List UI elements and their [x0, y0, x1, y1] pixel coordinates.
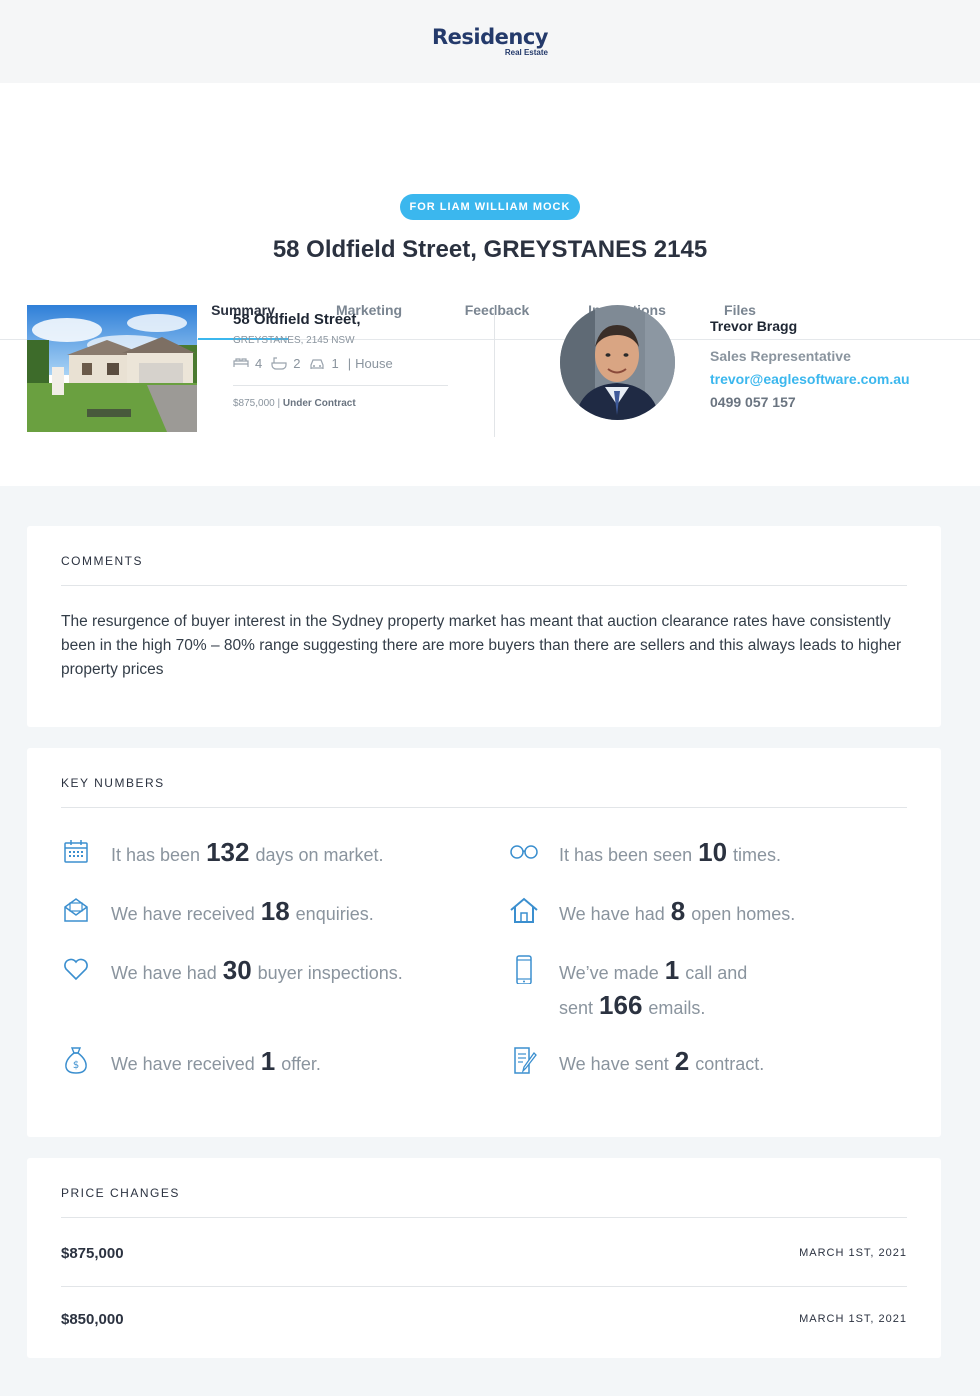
- agent-avatar: [560, 305, 675, 420]
- agent-role: Sales Representative: [710, 348, 851, 364]
- stat-days-pre: It has been: [111, 845, 201, 865]
- stat-offers-post: offer.: [281, 1054, 321, 1074]
- page-title: 58 Oldfield Street, GREYSTANES 2145: [272, 236, 708, 263]
- price-changes-divider: [61, 1217, 907, 1218]
- stat-inspections-post: buyer inspections.: [257, 963, 403, 983]
- property-type: House: [355, 356, 393, 371]
- price-value: $875,000 |: [233, 398, 281, 409]
- price-changes-card: PRICE CHANGES $875,000 MARCH 1ST, 2021 $…: [27, 1158, 941, 1358]
- stat-days-on-market: It has been 132 days on market.: [61, 836, 384, 871]
- stat-inspections-pre: We have had: [111, 963, 217, 983]
- brand-logo[interactable]: Residency Real Estate: [432, 24, 548, 57]
- stat-open-homes-pre: We have had: [559, 904, 665, 924]
- money-bag-icon: $: [65, 1047, 87, 1074]
- stat-enquiries-value: 18: [260, 896, 290, 926]
- comments-title: COMMENTS: [61, 554, 143, 568]
- key-numbers-card: KEY NUMBERS It has been 132 days on market…: [27, 748, 941, 1137]
- stat-seen-value: 10: [698, 837, 728, 867]
- property-suburb: GREYSTANES, 2145 NSW: [233, 335, 355, 346]
- stat-open-homes: We have had 8 open homes.: [509, 895, 795, 930]
- property-status: Under Contract: [282, 398, 356, 409]
- stat-enquiries: We have received 18 enquiries.: [61, 895, 374, 930]
- stat-days-post: days on market.: [255, 845, 384, 865]
- stat-emails-post: emails.: [648, 998, 706, 1018]
- envelope-icon: [64, 898, 88, 922]
- stat-open-homes-value: 8: [670, 896, 686, 926]
- price-row-divider: [61, 1286, 907, 1287]
- stat-enquiries-post: enquiries.: [295, 904, 374, 924]
- stat-calls-value: 1: [664, 955, 680, 985]
- agent-email-link[interactable]: trevor@eaglesoftware.com.au: [710, 371, 910, 387]
- price-change-value: $850,000: [61, 1311, 124, 1328]
- key-numbers-divider: [61, 807, 907, 808]
- agent-name: Trevor Bragg: [710, 318, 798, 334]
- stat-emails-value: 166: [599, 990, 643, 1020]
- brand-sub: Real Estate: [504, 47, 548, 57]
- property-street: 58 Oldfield Street,: [233, 311, 361, 328]
- price-change-date: MARCH 1ST, 2021: [799, 1313, 907, 1325]
- stat-times-seen: It has been seen 10 times.: [509, 836, 781, 871]
- property-features: 4 2 1 | House: [233, 356, 448, 386]
- mobile-phone-icon: [516, 955, 532, 984]
- svg-text:$: $: [73, 1060, 79, 1071]
- tab-feedback[interactable]: Feedback: [452, 283, 542, 340]
- car-icon: [310, 359, 325, 369]
- stat-calls-pre: We’ve made: [559, 963, 659, 983]
- site-header: Residency Real Estate: [0, 0, 980, 83]
- stat-seen-pre: It has been seen: [559, 845, 693, 865]
- contract-icon: [514, 1047, 537, 1074]
- stat-seen-post: times.: [733, 845, 782, 865]
- client-badge: FOR LIAM WILLIAM MOCK: [399, 194, 581, 220]
- price-change-row: $850,000 MARCH 1ST, 2021: [61, 1311, 907, 1377]
- stat-contracts-pre: We have sent: [559, 1054, 669, 1074]
- comments-card: COMMENTS The resurgence of buyer interes…: [27, 526, 941, 727]
- beds-count: 4: [255, 356, 263, 371]
- feature-separator: |: [347, 356, 352, 371]
- key-numbers-title: KEY NUMBERS: [61, 776, 165, 790]
- bed-icon: [233, 358, 249, 367]
- agent-phone[interactable]: 0499 057 157: [710, 394, 796, 410]
- stat-buyer-inspections: We have had 30 buyer inspections.: [61, 954, 403, 989]
- price-changes-title: PRICE CHANGES: [61, 1186, 180, 1200]
- stat-calls-emails: We’ve made 1 call and sent 166 emails.: [509, 954, 889, 1024]
- glasses-icon: [510, 845, 538, 859]
- stat-contracts-post: contract.: [695, 1054, 765, 1074]
- stat-inspections-value: 30: [222, 955, 252, 985]
- calendar-icon: [64, 840, 88, 863]
- property-price: $875,000 | Under Contract: [233, 398, 356, 409]
- stat-offers-pre: We have received: [111, 1054, 255, 1074]
- heart-icon: [64, 958, 88, 981]
- brand-name: Residency: [432, 24, 548, 49]
- property-photo[interactable]: [27, 305, 197, 432]
- price-change-value: $875,000: [61, 1245, 124, 1262]
- bath-icon: [271, 357, 287, 370]
- stat-contracts: We have sent 2 contract.: [509, 1045, 764, 1080]
- stat-offers: $ We have received 1 offer.: [61, 1045, 321, 1080]
- stat-open-homes-post: open homes.: [691, 904, 796, 924]
- stat-days-value: 132: [206, 837, 250, 867]
- stat-offers-value: 1: [260, 1046, 276, 1076]
- price-change-row: $875,000 MARCH 1ST, 2021: [61, 1245, 907, 1311]
- stat-enquiries-pre: We have received: [111, 904, 255, 924]
- comments-divider: [61, 585, 907, 586]
- vertical-divider: [494, 305, 495, 437]
- stat-contracts-value: 2: [674, 1046, 690, 1076]
- comments-text: The resurgence of buyer interest in the …: [61, 613, 902, 678]
- price-change-date: MARCH 1ST, 2021: [799, 1247, 907, 1259]
- house-icon: [510, 897, 538, 923]
- baths-count: 2: [293, 356, 301, 371]
- cars-count: 1: [331, 356, 339, 371]
